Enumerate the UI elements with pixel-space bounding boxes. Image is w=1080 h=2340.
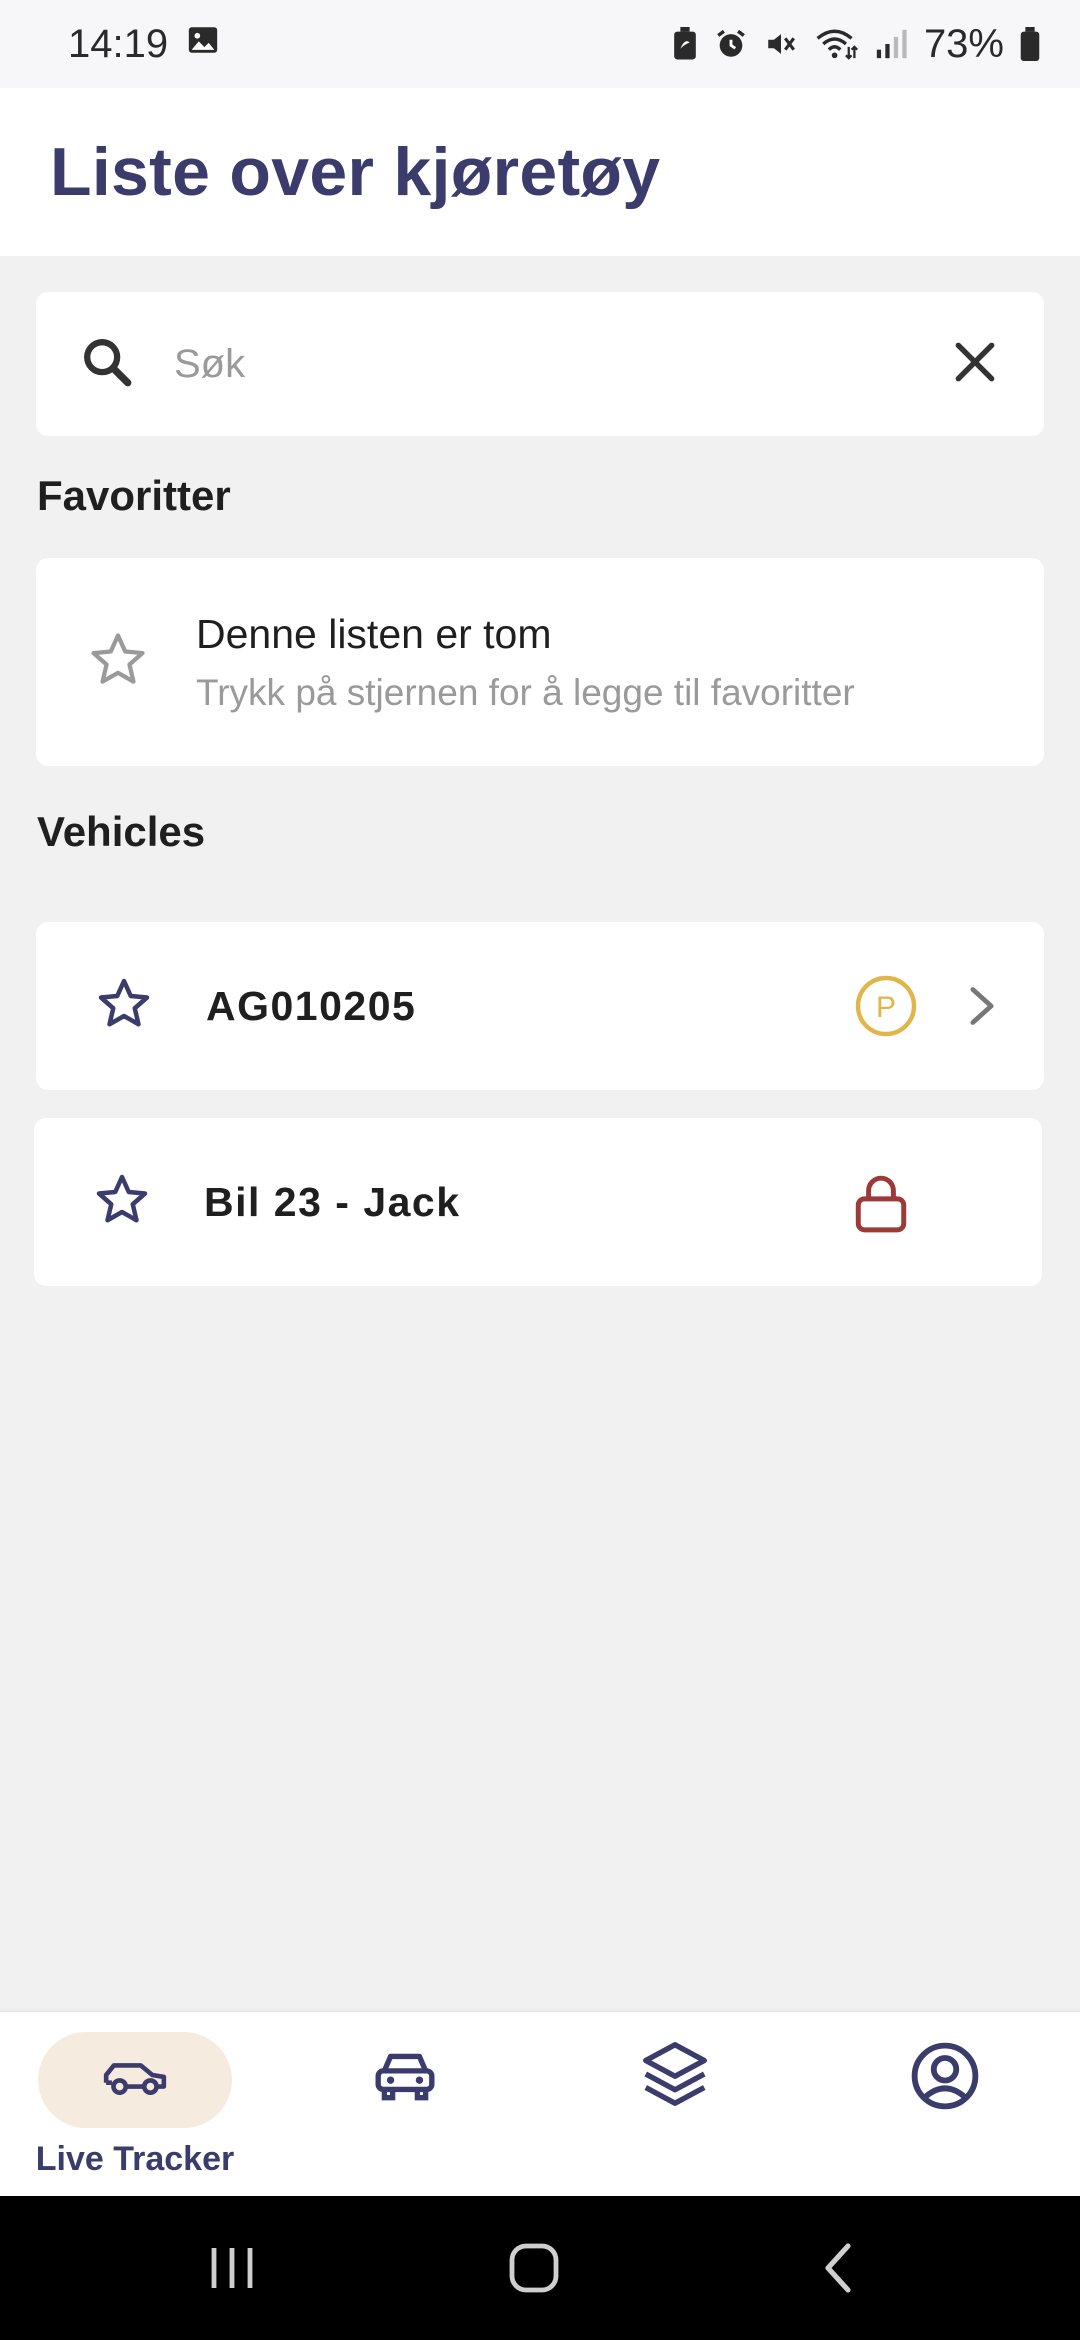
app-header: Liste over kjøretøy [0, 88, 1080, 256]
vehicle-row[interactable]: AG010205 P [36, 922, 1044, 1090]
star-outline-icon [86, 628, 150, 697]
back-icon[interactable] [818, 2240, 858, 2301]
search-input[interactable] [174, 324, 950, 404]
battery-percent: 73% [923, 21, 1004, 66]
status-time: 14:19 [68, 21, 169, 66]
car-front-icon [372, 2042, 438, 2113]
search-icon [78, 333, 136, 396]
empty-list-title: Denne listen er tom [196, 610, 552, 657]
close-icon[interactable] [950, 337, 1000, 392]
chevron-right-icon[interactable] [964, 984, 1000, 1033]
favorites-section-title: Favoritter [37, 472, 231, 519]
parking-letter: P [876, 991, 896, 1024]
favorite-star-icon[interactable] [94, 974, 154, 1039]
vehicle-name: Bil 23 - Jack [204, 1178, 461, 1225]
vehicles-section-title: Vehicles [37, 808, 206, 855]
nav-item-live-tracker[interactable]: Live Tracker [0, 2012, 270, 2198]
home-icon[interactable] [508, 2240, 560, 2301]
alarm-icon [714, 27, 748, 61]
car-outline-icon [100, 2050, 170, 2105]
favorites-empty-card: Denne listen er tom Trykk på stjernen fo… [36, 558, 1044, 766]
status-bar: 14:19 73% [0, 0, 1080, 88]
lock-icon [852, 1172, 910, 1239]
signal-icon [874, 27, 908, 61]
bottom-navigation: Live Tracker [0, 2010, 1080, 2196]
layers-icon [639, 2038, 711, 2115]
wifi-icon [814, 27, 858, 61]
mute-icon [764, 27, 798, 61]
system-navigation-bar [0, 2196, 1080, 2340]
nav-label: Live Tracker [35, 2140, 235, 2178]
page-title: Liste over kjøretøy [50, 134, 661, 210]
parking-icon: P [854, 974, 918, 1043]
nav-item-account[interactable] [810, 2012, 1080, 2198]
battery-icon [1020, 27, 1040, 61]
empty-list-hint: Trykk på stjernen for å legge til favori… [196, 671, 855, 713]
nav-item-layers[interactable] [540, 2012, 810, 2198]
account-icon [909, 2040, 981, 2117]
image-icon [186, 22, 220, 67]
search-bar [36, 292, 1044, 436]
vehicle-row[interactable]: Bil 23 - Jack [34, 1118, 1042, 1286]
favorite-star-icon[interactable] [92, 1170, 152, 1235]
recent-apps-icon[interactable] [206, 2240, 258, 2301]
vehicle-name: AG010205 [206, 982, 417, 1029]
nav-item-vehicles[interactable] [270, 2012, 540, 2198]
battery-saver-icon [672, 27, 698, 61]
